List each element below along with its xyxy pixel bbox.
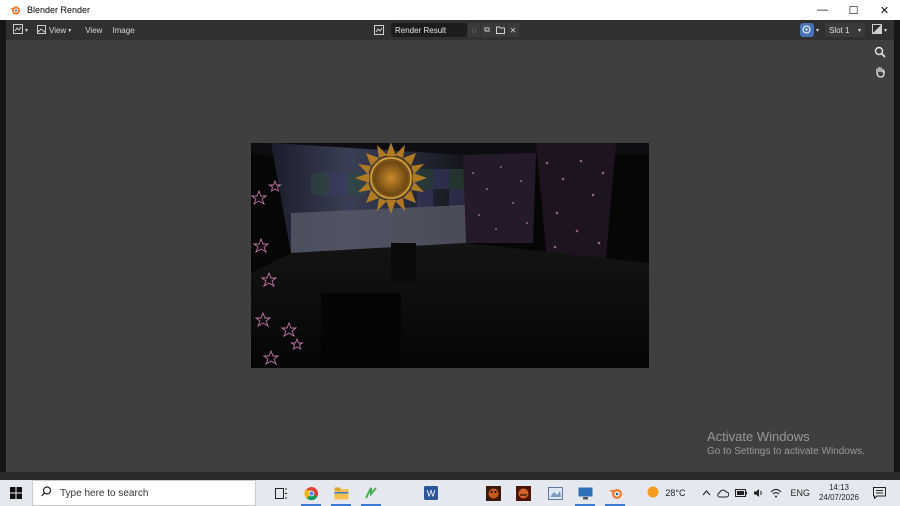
zoom-icon[interactable] bbox=[872, 44, 888, 60]
unlink-icon[interactable]: ✕ bbox=[507, 23, 519, 37]
window-frame-right bbox=[894, 20, 900, 478]
slot-dropdown[interactable]: Slot 1 ▾ bbox=[824, 23, 865, 37]
image-editor-icon bbox=[13, 24, 23, 36]
watermark-title: Activate Windows bbox=[707, 429, 810, 444]
image-viewport[interactable]: Activate Windows Go to Settings to activ… bbox=[6, 40, 894, 472]
taskbar-clock[interactable]: 14:13 24/07/2026 bbox=[819, 483, 859, 503]
view-mode-label: View bbox=[49, 25, 67, 35]
chevron-down-icon[interactable]: ▾ bbox=[816, 27, 819, 34]
clock-date: 24/07/2026 bbox=[818, 493, 859, 502]
editor-type-button[interactable]: ▾ bbox=[10, 23, 30, 37]
cloud-sync-icon[interactable] bbox=[717, 489, 730, 498]
blender-icon[interactable] bbox=[600, 480, 630, 506]
windows-logo-icon bbox=[10, 487, 22, 499]
display-channels-button[interactable]: ▾ bbox=[869, 23, 890, 37]
remote-desktop-icon[interactable] bbox=[570, 480, 600, 506]
menu-view[interactable]: View bbox=[82, 23, 105, 37]
fake-user-icon[interactable]: ◌ bbox=[468, 23, 480, 37]
show-hidden-icons-chevron-up-icon[interactable] bbox=[702, 490, 711, 496]
image-name-field[interactable]: Render Result bbox=[391, 23, 467, 37]
render-result-image bbox=[251, 143, 649, 368]
chevron-down-icon: ▾ bbox=[68, 27, 72, 34]
game-icon-1[interactable] bbox=[478, 480, 508, 506]
task-view-icon[interactable] bbox=[266, 480, 296, 506]
maximize-button[interactable]: ☐ bbox=[838, 0, 869, 20]
color-alpha-icon bbox=[871, 24, 882, 36]
image-browse-button[interactable] bbox=[369, 23, 389, 37]
word-icon[interactable]: W bbox=[416, 480, 446, 506]
new-image-icon[interactable]: ⧉ bbox=[481, 23, 493, 37]
search-placeholder: Type here to search bbox=[60, 487, 149, 499]
activate-windows-watermark: Activate Windows Go to Settings to activ… bbox=[707, 429, 865, 457]
system-tray: 28°C ENG 14:13 24/07/2026 bbox=[643, 480, 900, 506]
title-bar: Blender Render — ☐ ✕ bbox=[0, 0, 900, 20]
close-button[interactable]: ✕ bbox=[869, 0, 900, 20]
slot-label: Slot 1 bbox=[828, 25, 850, 35]
wifi-icon[interactable] bbox=[770, 488, 782, 498]
window-title: Blender Render bbox=[27, 5, 91, 15]
clock-time: 14:13 bbox=[828, 483, 849, 492]
notification-center-icon[interactable] bbox=[873, 487, 886, 499]
language-indicator[interactable]: ENG bbox=[790, 488, 810, 498]
image-icon bbox=[37, 24, 46, 36]
chevron-down-icon: ▾ bbox=[883, 27, 887, 34]
status-bar bbox=[0, 472, 900, 480]
windows-start-button[interactable] bbox=[0, 480, 32, 506]
game-icon-2[interactable] bbox=[508, 480, 538, 506]
image-editor-header: ▾ View ▾ View Image Render Result ◌ ⧉ ✕ … bbox=[6, 20, 894, 40]
gizmo-toggle-button[interactable] bbox=[799, 23, 814, 37]
file-explorer-icon[interactable] bbox=[326, 480, 356, 506]
app-green-icon[interactable] bbox=[356, 480, 386, 506]
open-folder-icon[interactable] bbox=[494, 23, 506, 37]
weather-sun-icon bbox=[646, 485, 660, 501]
watermark-subtitle: Go to Settings to activate Windows. bbox=[707, 446, 865, 457]
image-browser-group: Render Result ◌ ⧉ ✕ bbox=[368, 23, 519, 37]
view-mode-dropdown[interactable]: View ▾ bbox=[34, 23, 74, 37]
weather-widget[interactable]: 28°C bbox=[646, 485, 685, 501]
windows-taskbar: Type here to search W 28°C ENG 14:13 24/… bbox=[0, 480, 900, 506]
taskbar-search-box[interactable]: Type here to search bbox=[32, 480, 256, 506]
battery-icon[interactable] bbox=[735, 489, 748, 497]
image-viewer-icon[interactable] bbox=[540, 480, 570, 506]
pan-hand-icon[interactable] bbox=[872, 64, 888, 80]
header-right-group: ▾ Slot 1 ▾ ▾ bbox=[799, 23, 890, 37]
chrome-icon[interactable] bbox=[296, 480, 326, 506]
blender-logo-icon bbox=[8, 3, 22, 17]
chevron-down-icon: ▾ bbox=[857, 27, 861, 34]
search-icon bbox=[41, 486, 52, 500]
navigation-gizmo bbox=[872, 44, 888, 80]
gizmo-icon bbox=[802, 25, 811, 36]
menu-image[interactable]: Image bbox=[109, 23, 137, 37]
volume-icon[interactable] bbox=[753, 488, 764, 498]
weather-temperature: 28°C bbox=[665, 488, 686, 498]
minimize-button[interactable]: — bbox=[807, 0, 838, 20]
svg-text:W: W bbox=[427, 489, 436, 499]
chevron-down-icon: ▾ bbox=[25, 27, 29, 34]
